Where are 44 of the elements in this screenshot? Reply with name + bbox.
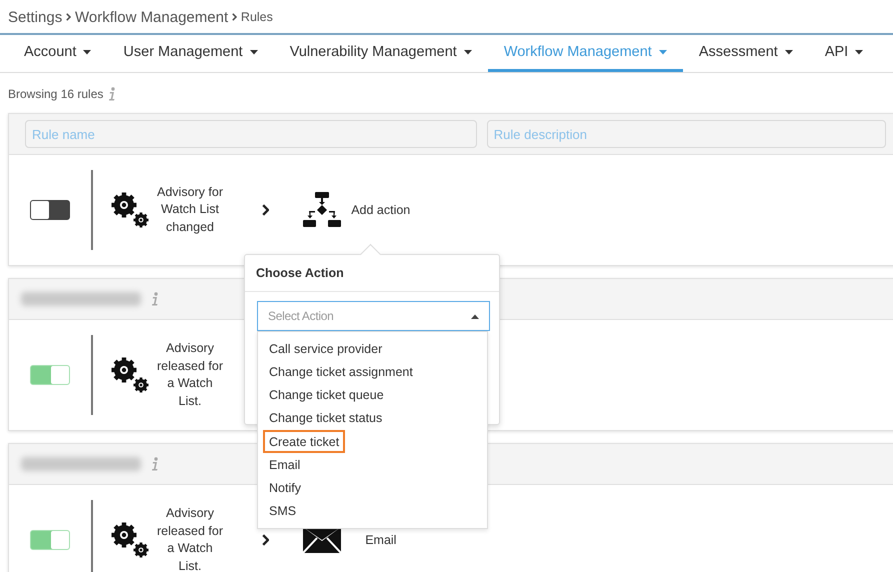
caret-icon <box>855 50 864 54</box>
nav-tab[interactable]: API <box>808 35 880 72</box>
chevron-icon <box>262 204 270 216</box>
gears-icon <box>110 191 150 229</box>
caret-icon <box>784 50 793 54</box>
info-icon[interactable] <box>151 457 159 471</box>
gears-icon <box>110 521 150 559</box>
dropdown-option[interactable]: SMS <box>263 500 302 523</box>
info-icon[interactable] <box>151 292 159 306</box>
breadcrumb-chevron-icon <box>232 13 237 21</box>
trigger-label: Advisory released for a Watch List. <box>156 340 224 410</box>
caret-icon <box>658 50 667 54</box>
dropdown-option[interactable]: Notify <box>263 476 307 500</box>
action-label: Email <box>365 533 396 547</box>
nav-tab[interactable]: Vulnerability Management <box>274 35 488 72</box>
dropdown-option[interactable]: Call service provider <box>263 337 388 360</box>
info-icon[interactable] <box>108 87 116 101</box>
breadcrumb-item: Rules <box>240 10 273 24</box>
action-label[interactable]: Add action <box>351 203 410 217</box>
nav-tab[interactable]: Assessment <box>682 35 809 72</box>
flowchart-icon <box>303 192 342 228</box>
toggle-switch[interactable] <box>30 200 70 220</box>
caret-icon <box>471 314 479 318</box>
dropdown-option[interactable]: Change ticket queue <box>263 384 390 407</box>
caret-icon <box>464 50 472 54</box>
caret-icon <box>250 50 258 54</box>
breadcrumb-chevron-icon <box>66 13 71 21</box>
dropdown-option[interactable]: Email <box>263 453 306 476</box>
gears-icon <box>110 356 150 394</box>
rules-count: Browsing 16 rules <box>8 87 104 101</box>
chevron-icon <box>262 534 270 546</box>
trigger-label: Advisory released for a Watch List. <box>156 505 224 572</box>
breadcrumb-item[interactable]: Settings <box>8 8 62 26</box>
nav-tab[interactable]: Account <box>8 35 108 72</box>
rule-description-field[interactable]: Rule description <box>486 120 886 148</box>
nav-tab[interactable]: User Management <box>107 35 274 72</box>
caret-icon <box>83 50 92 54</box>
popover-title: Choose Action <box>245 255 499 292</box>
dropdown-option[interactable]: Change ticket assignment <box>263 360 419 384</box>
dropdown-option[interactable]: Change ticket status <box>263 406 388 430</box>
trigger-label: Advisory for Watch List changed <box>156 184 224 236</box>
dropdown-option[interactable]: Create ticket <box>263 430 346 454</box>
rule-name-field[interactable]: Rule name <box>25 120 477 148</box>
breadcrumb-item[interactable]: Workflow Management <box>75 8 228 26</box>
